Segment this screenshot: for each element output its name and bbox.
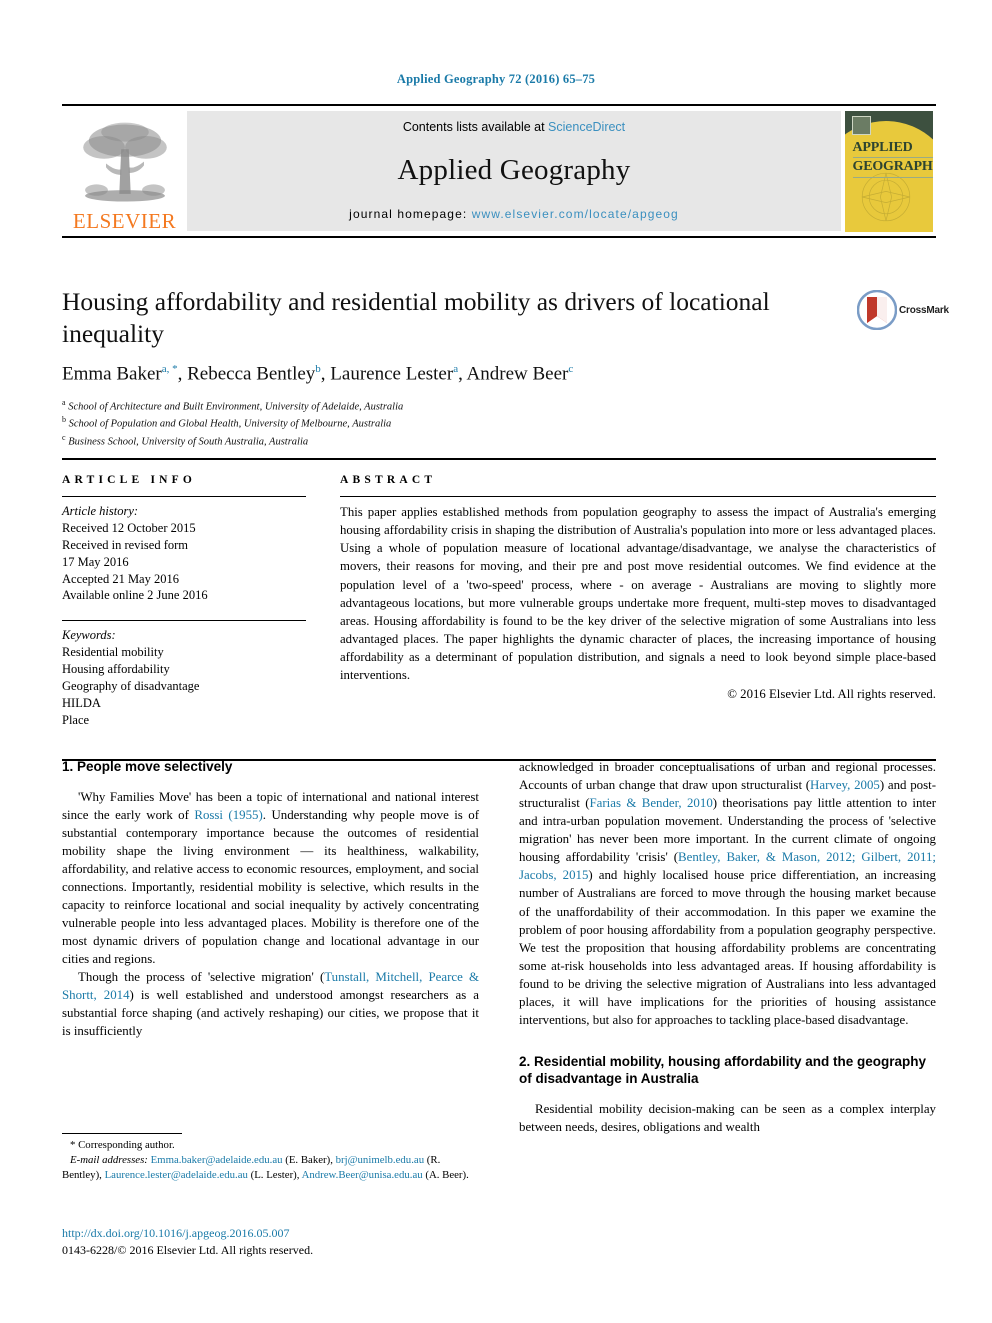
email-addresses-label: E-mail addresses: — [70, 1153, 148, 1166]
corresponding-author-note: * Corresponding author. — [70, 1139, 175, 1151]
divider — [340, 496, 936, 497]
email-link[interactable]: Emma.baker@adelaide.edu.au — [151, 1154, 283, 1166]
para-text: . Understanding why people move is of su… — [62, 807, 479, 967]
footnote-block: * Corresponding author. E-mail addresses… — [62, 1133, 479, 1183]
section-2-paragraph-1: Residential mobility decision-making can… — [519, 1102, 936, 1135]
homepage-url-link[interactable]: www.elsevier.com/locate/apgeog — [472, 207, 679, 221]
running-head: Applied Geography 72 (2016) 65–75 — [396, 72, 596, 86]
article-info-heading: ARTICLE INFO — [62, 474, 197, 486]
cover-title-line2: GEOGRAPHY — [852, 158, 933, 178]
keyword-item: Housing affordability — [62, 662, 170, 676]
keyword-item: Place — [62, 712, 90, 727]
journal-homepage-line: journal homepage: www.elsevier.com/locat… — [349, 207, 679, 221]
history-item: 17 May 2016 — [62, 554, 129, 569]
affiliation-item: c Business School, University of South A… — [62, 432, 852, 450]
left-column: 1. People move selectively 'Why Families… — [62, 758, 479, 1136]
elsevier-wordmark: ELSEVIER — [72, 209, 177, 233]
crossmark-label: CrossMark — [899, 304, 949, 316]
email-link[interactable]: Andrew.Beer@unisa.edu.au — [302, 1169, 423, 1181]
citation-link[interactable]: Harvey, 2005 — [810, 778, 880, 792]
affiliation-mark: c — [62, 432, 66, 442]
issn-copyright-line: 0143-6228/© 2016 Elsevier Ltd. All right… — [62, 1243, 314, 1258]
footnote-text: * Corresponding author. E-mail addresses… — [62, 1138, 479, 1183]
para-text: Though the process of 'selective migrati… — [78, 970, 325, 985]
contents-available-prefix: Contents lists available at — [402, 120, 549, 134]
email-person: (L. Lester), — [247, 1168, 302, 1181]
journal-cover-thumbnail: APPLIED GEOGRAPHY — [841, 106, 936, 236]
section-2-heading: 2. Residential mobility, housing afforda… — [519, 1053, 927, 1087]
title-block: Housing affordability and residential mo… — [62, 286, 852, 450]
affiliation-text: Business School, University of South Aus… — [68, 436, 309, 448]
section-1-heading: 1. People move selectively — [62, 759, 233, 774]
affiliation-mark: a — [62, 397, 66, 407]
elsevier-tree-icon — [82, 122, 167, 202]
section-1-paragraph-2: Though the process of 'selective migrati… — [62, 968, 479, 1040]
email-link[interactable]: brj@unimelb.edu.au — [336, 1154, 425, 1166]
author-marks: c — [568, 363, 574, 376]
sciencedirect-banner: Contents lists available at ScienceDirec… — [187, 111, 841, 231]
affiliation-item: b School of Population and Global Health… — [62, 414, 852, 432]
section-1-paragraph-2-continued: acknowledged in broader conceptualisatio… — [519, 758, 936, 1029]
email-link[interactable]: Laurence.lester@adelaide.edu.au — [105, 1169, 248, 1181]
affiliation-text: School of Population and Global Health, … — [68, 418, 392, 430]
article-history-group: Article history: Received 12 October 201… — [62, 503, 306, 604]
email-person: (E. Baker), — [282, 1153, 336, 1166]
keyword-item: HILDA — [62, 695, 101, 710]
keyword-item: Geography of disadvantage — [62, 678, 200, 693]
cover-image: APPLIED GEOGRAPHY — [844, 110, 933, 232]
divider — [62, 496, 306, 497]
history-item: Received in revised form — [62, 537, 188, 552]
keywords-label: Keywords: — [62, 628, 116, 643]
cover-corner-box — [851, 115, 871, 135]
history-item: Available online 2 June 2016 — [62, 588, 208, 603]
contents-available-line: Contents lists available at ScienceDirec… — [403, 120, 625, 134]
affiliation-mark: b — [62, 415, 66, 425]
journal-article-page: Applied Geography 72 (2016) 65–75 ELSEVI… — [0, 0, 992, 1323]
author-name[interactable]: Rebecca Bentley — [187, 364, 315, 385]
journal-title: Applied Geography — [397, 154, 631, 186]
citation-link[interactable]: Farias & Bender, 2010 — [590, 796, 713, 810]
abstract-column: ABSTRACT This paper applies established … — [320, 474, 936, 745]
history-item: Accepted 21 May 2016 — [62, 571, 179, 586]
abstract-text: This paper applies established methods f… — [340, 505, 936, 683]
section-1-paragraph-1: 'Why Families Move' has been a topic of … — [62, 788, 479, 969]
affiliation-item: a School of Architecture and Built Envir… — [62, 397, 852, 415]
right-column: acknowledged in broader conceptualisatio… — [519, 758, 936, 1136]
footnote-divider — [62, 1133, 182, 1134]
info-abstract-band: ARTICLE INFO Article history: Received 1… — [62, 458, 936, 761]
author-marks: a — [453, 363, 459, 376]
email-addresses-note: E-mail addresses: Emma.baker@adelaide.ed… — [62, 1153, 479, 1183]
author-name[interactable]: Andrew Beer — [467, 364, 569, 385]
para-text: ) and highly localised house price diffe… — [519, 868, 936, 1027]
author-marks: a, * — [161, 363, 178, 376]
cover-title: APPLIED GEOGRAPHY — [852, 139, 933, 178]
author-name[interactable]: Laurence Lester — [330, 364, 453, 385]
homepage-label: journal homepage: — [349, 207, 472, 221]
divider — [62, 620, 306, 622]
elsevier-logo: ELSEVIER — [62, 106, 187, 236]
author-list: Emma Bakera, *, Rebecca Bentleyb, Lauren… — [62, 363, 574, 385]
keyword-item: Residential mobility — [62, 645, 164, 660]
affiliation-list: a School of Architecture and Built Envir… — [62, 397, 852, 450]
author-marks: b — [315, 363, 321, 376]
cover-title-line1: APPLIED — [852, 139, 933, 158]
page-title: Housing affordability and residential mo… — [62, 287, 770, 348]
abstract-heading: ABSTRACT — [340, 474, 437, 486]
affiliation-text: School of Architecture and Built Environ… — [68, 401, 404, 413]
crossmark-badge[interactable]: CrossMark — [857, 288, 949, 332]
journal-masthead: ELSEVIER Contents lists available at Sci… — [62, 104, 936, 238]
body-columns: 1. People move selectively 'Why Families… — [62, 758, 936, 1136]
article-history-label: Article history: — [62, 504, 139, 518]
author-name[interactable]: Emma Baker — [62, 364, 162, 385]
keywords-group: Keywords: Residential mobility Housing a… — [62, 627, 306, 728]
history-item: Received 12 October 2015 — [62, 520, 196, 535]
doi-link[interactable]: http://dx.doi.org/10.1016/j.apgeog.2016.… — [62, 1226, 289, 1240]
citation-link[interactable]: Rossi (1955) — [194, 808, 262, 822]
email-person: (A. Beer). — [422, 1168, 469, 1181]
abstract-copyright: © 2016 Elsevier Ltd. All rights reserved… — [727, 686, 936, 701]
doi-block: http://dx.doi.org/10.1016/j.apgeog.2016.… — [62, 1225, 313, 1260]
sciencedirect-link[interactable]: ScienceDirect — [548, 120, 625, 134]
crossmark-icon — [857, 290, 897, 330]
article-info-column: ARTICLE INFO Article history: Received 1… — [62, 474, 320, 745]
